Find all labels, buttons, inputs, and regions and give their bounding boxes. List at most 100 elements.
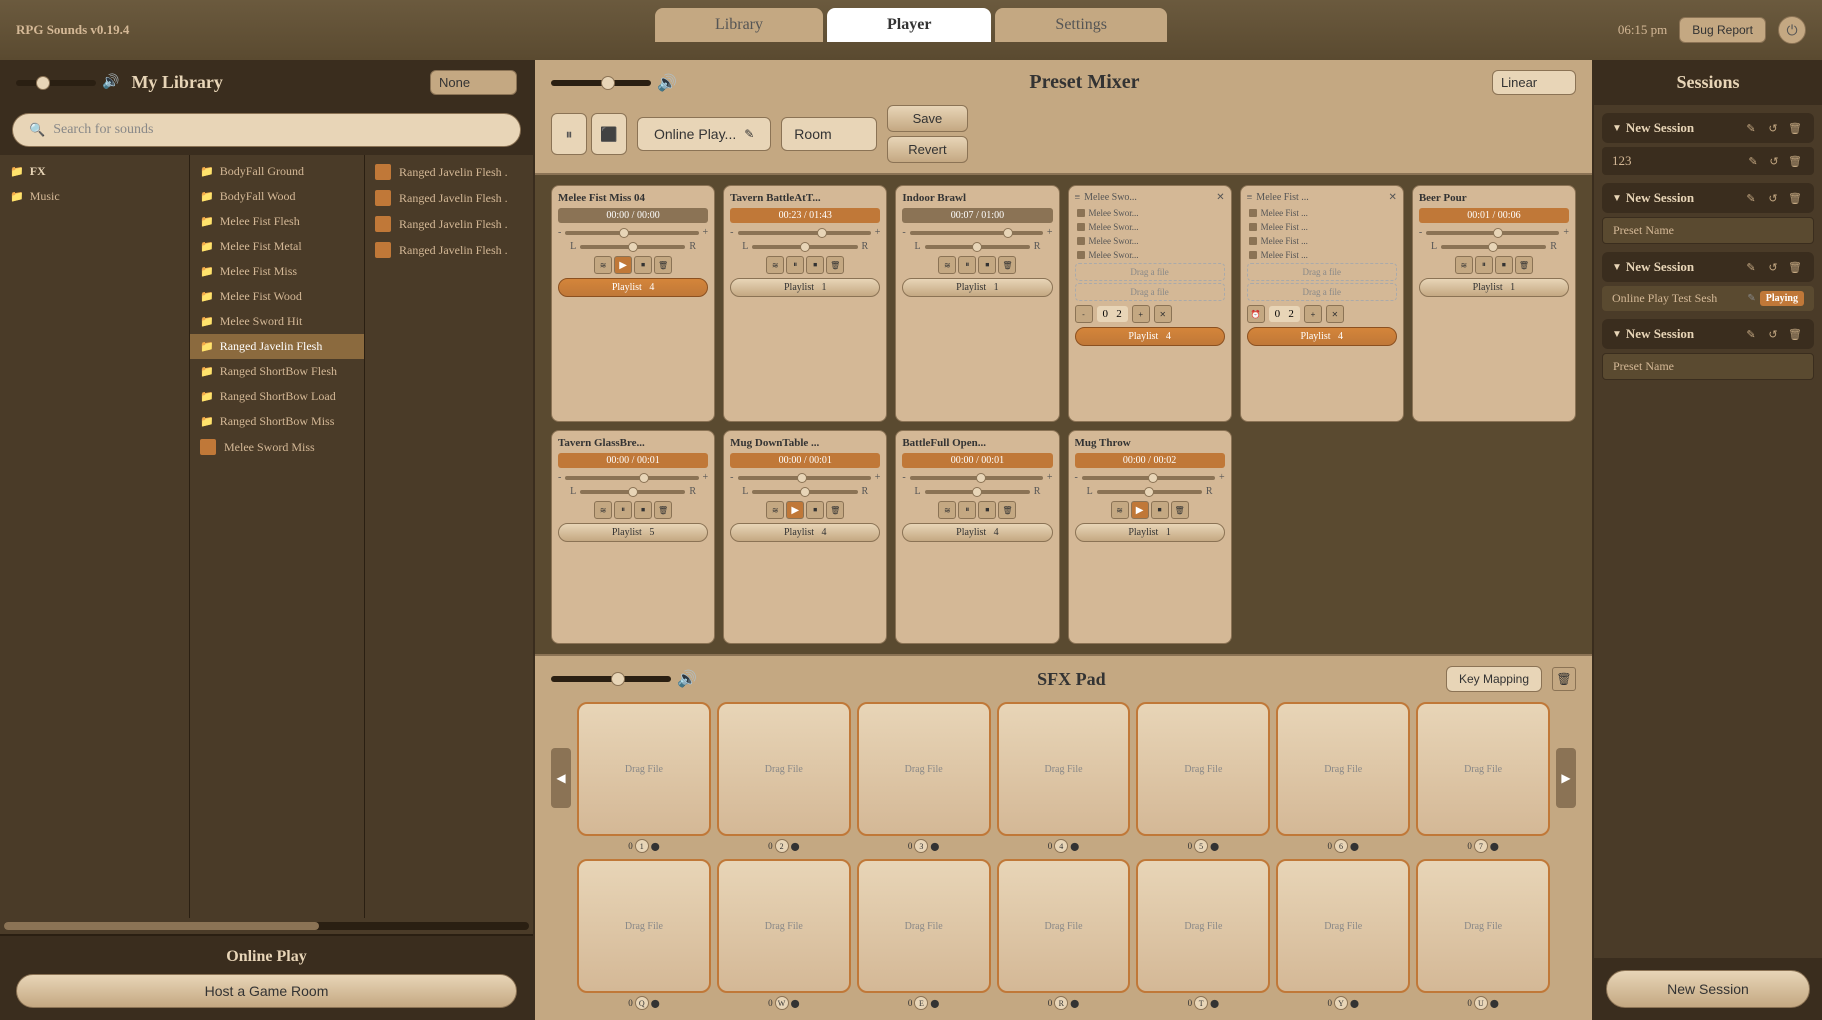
session-delete-btn-1[interactable]: 🗑 — [1786, 119, 1804, 137]
card-vol-slider-7[interactable] — [565, 476, 698, 480]
card-stop-btn-1[interactable]: ⏹ — [634, 256, 652, 274]
stack5-clock-icon[interactable]: ⏰ — [1247, 305, 1265, 323]
stack5-plus-btn[interactable]: + — [1304, 305, 1322, 323]
card-delete-btn-3[interactable]: 🗑 — [998, 256, 1016, 274]
file-ranged-javelin-4[interactable]: Ranged Javelin Flesh . — [365, 237, 533, 263]
file-ranged-javelin-1[interactable]: Ranged Javelin Flesh . — [365, 159, 533, 185]
stack-plus-btn[interactable]: + — [1132, 305, 1150, 323]
card-pan-slider-1[interactable] — [580, 245, 685, 249]
card-vol-slider-2[interactable] — [738, 231, 871, 235]
card-delete-btn-10[interactable]: 🗑 — [1171, 501, 1189, 519]
subcategory-ranged-shortbow-miss[interactable]: 📁Ranged ShortBow Miss — [190, 409, 364, 434]
subcategory-melee-sword-hit[interactable]: 📁Melee Sword Hit — [190, 309, 364, 334]
card-stop-btn-7[interactable]: ⏹ — [634, 501, 652, 519]
card-pan-slider-2[interactable] — [752, 245, 857, 249]
room-select[interactable]: Room Outdoors Cave — [781, 117, 877, 151]
library-volume-slider[interactable]: 🔊 — [16, 74, 119, 91]
card-stop-btn-10[interactable]: ⏹ — [1151, 501, 1169, 519]
key-mapping-button[interactable]: Key Mapping — [1446, 666, 1542, 692]
card-delete-btn-1[interactable]: 🗑 — [654, 256, 672, 274]
card-pan-slider-6[interactable] — [1441, 245, 1546, 249]
card-playlist-1[interactable]: Playlist 4 — [558, 278, 708, 297]
card-vol-slider-10[interactable] — [1082, 476, 1215, 480]
tab-settings[interactable]: Settings — [995, 8, 1167, 42]
sfx-pad-cell-e[interactable]: Drag File — [857, 859, 991, 993]
category-fx[interactable]: 📁 FX — [0, 159, 189, 184]
card-delete-btn-8[interactable]: 🗑 — [826, 501, 844, 519]
card-stop-btn-8[interactable]: ⏹ — [806, 501, 824, 519]
library-scrollbar[interactable] — [4, 922, 529, 930]
preset-name-input-4[interactable]: Preset Name — [1602, 353, 1814, 380]
tab-player[interactable]: Player — [827, 8, 991, 42]
session-edit-btn-1[interactable]: ✎ — [1742, 119, 1760, 137]
sfx-pad-cell-6[interactable]: Drag File — [1416, 702, 1550, 836]
card-waveform-btn-3[interactable]: ≋ — [938, 256, 956, 274]
stack5-close-btn[interactable]: ✕ — [1326, 305, 1344, 323]
card-vol-slider-3[interactable] — [910, 231, 1043, 235]
card-playlist-9[interactable]: Playlist 4 — [902, 523, 1052, 542]
drag-file-area-4[interactable]: Drag a file — [1247, 283, 1397, 301]
subcategory-bodyfall-wood[interactable]: 📁BodyFall Wood — [190, 184, 364, 209]
card-pan-slider-8[interactable] — [752, 490, 857, 494]
card-waveform-btn-1[interactable]: ≋ — [594, 256, 612, 274]
card-playlist-6[interactable]: Playlist 1 — [1419, 278, 1569, 297]
sfx-pad-cell-u[interactable]: Drag File — [1416, 859, 1550, 993]
linear-mode-select[interactable]: Linear Random — [1492, 70, 1576, 95]
tab-library[interactable]: Library — [655, 8, 823, 42]
bug-report-button[interactable]: Bug Report — [1679, 17, 1766, 43]
card-waveform-btn-9[interactable]: ≋ — [938, 501, 956, 519]
card-stop-btn-2[interactable]: ⏹ — [806, 256, 824, 274]
card-playlist-5[interactable]: Playlist 4 — [1247, 327, 1397, 346]
card-pan-slider-3[interactable] — [925, 245, 1030, 249]
category-music[interactable]: 📁 Music — [0, 184, 189, 209]
search-input-field[interactable]: 🔍 Search for sounds — [12, 113, 521, 147]
sfx-next-btn[interactable]: ▶ — [1556, 748, 1576, 808]
stack-item-1[interactable]: Melee Swor... — [1075, 207, 1225, 219]
stack-close-btn[interactable]: ✕ — [1154, 305, 1172, 323]
card-play-btn-8[interactable]: ▶ — [786, 501, 804, 519]
card-stop-btn-6[interactable]: ⏹ — [1495, 256, 1513, 274]
card-playlist-10[interactable]: Playlist 1 — [1075, 523, 1225, 542]
preset-name-input-2[interactable]: Preset Name — [1602, 217, 1814, 244]
sfx-pad-cell-y[interactable]: Drag File — [1276, 859, 1410, 993]
stack-item-3[interactable]: Melee Swor... — [1075, 235, 1225, 247]
card-stop-btn-3[interactable]: ⏹ — [978, 256, 996, 274]
new-session-button[interactable]: New Session — [1606, 970, 1810, 1008]
sfx-pad-cell-r[interactable]: Drag File — [997, 859, 1131, 993]
revert-button[interactable]: Revert — [887, 136, 967, 163]
sfx-pad-cell-2[interactable]: Drag File — [857, 702, 991, 836]
stack-item-2[interactable]: Melee Swor... — [1075, 221, 1225, 233]
power-button[interactable]: ⏻ — [1778, 16, 1806, 44]
card-waveform-btn-6[interactable]: ≋ — [1455, 256, 1473, 274]
preset-name-button[interactable]: Online Play... ✎ — [637, 117, 771, 151]
card-pause-btn-9[interactable]: ⏸ — [958, 501, 976, 519]
filter-select[interactable]: None Category Tag — [430, 70, 517, 95]
subcategory-bodyfall-ground[interactable]: 📁BodyFall Ground — [190, 159, 364, 184]
stack5-item-2[interactable]: Melee Fist ... — [1247, 221, 1397, 233]
save-button[interactable]: Save — [887, 105, 967, 132]
stop-button[interactable]: ⬛ — [591, 113, 627, 155]
stack-item-4[interactable]: Melee Swor... — [1075, 249, 1225, 261]
file-ranged-javelin-2[interactable]: Ranged Javelin Flesh . — [365, 185, 533, 211]
session-reset-btn-4[interactable]: ↺ — [1764, 325, 1782, 343]
card-playlist-4[interactable]: Playlist 4 — [1075, 327, 1225, 346]
card-vol-slider-8[interactable] — [738, 476, 871, 480]
session-item-edit-1[interactable]: ✎ — [1744, 152, 1762, 170]
sfx-pad-cell-3[interactable]: Drag File — [997, 702, 1131, 836]
sfx-pad-cell-w[interactable]: Drag File — [717, 859, 851, 993]
sfx-volume-track[interactable] — [551, 676, 671, 682]
sfx-pad-cell-0[interactable]: Drag File — [577, 702, 711, 836]
file-ranged-javelin-3[interactable]: Ranged Javelin Flesh . — [365, 211, 533, 237]
session-reset-btn-1[interactable]: ↺ — [1764, 119, 1782, 137]
stack5-item-3[interactable]: Melee Fist ... — [1247, 235, 1397, 247]
subcategory-ranged-shortbow-flesh[interactable]: 📁Ranged ShortBow Flesh — [190, 359, 364, 384]
host-game-button[interactable]: Host a Game Room — [16, 974, 517, 1008]
subcategory-ranged-javelin-flesh[interactable]: 📁Ranged Javelin Flesh — [190, 334, 364, 359]
subcategory-melee-fist-flesh[interactable]: 📁Melee Fist Flesh — [190, 209, 364, 234]
card-pause-btn-2[interactable]: ⏸ — [786, 256, 804, 274]
card-playlist-3[interactable]: Playlist 1 — [902, 278, 1052, 297]
sfx-prev-btn[interactable]: ◀ — [551, 748, 571, 808]
card-waveform-btn-7[interactable]: ≋ — [594, 501, 612, 519]
card-play-btn-10[interactable]: ▶ — [1131, 501, 1149, 519]
card-waveform-btn-10[interactable]: ≋ — [1111, 501, 1129, 519]
